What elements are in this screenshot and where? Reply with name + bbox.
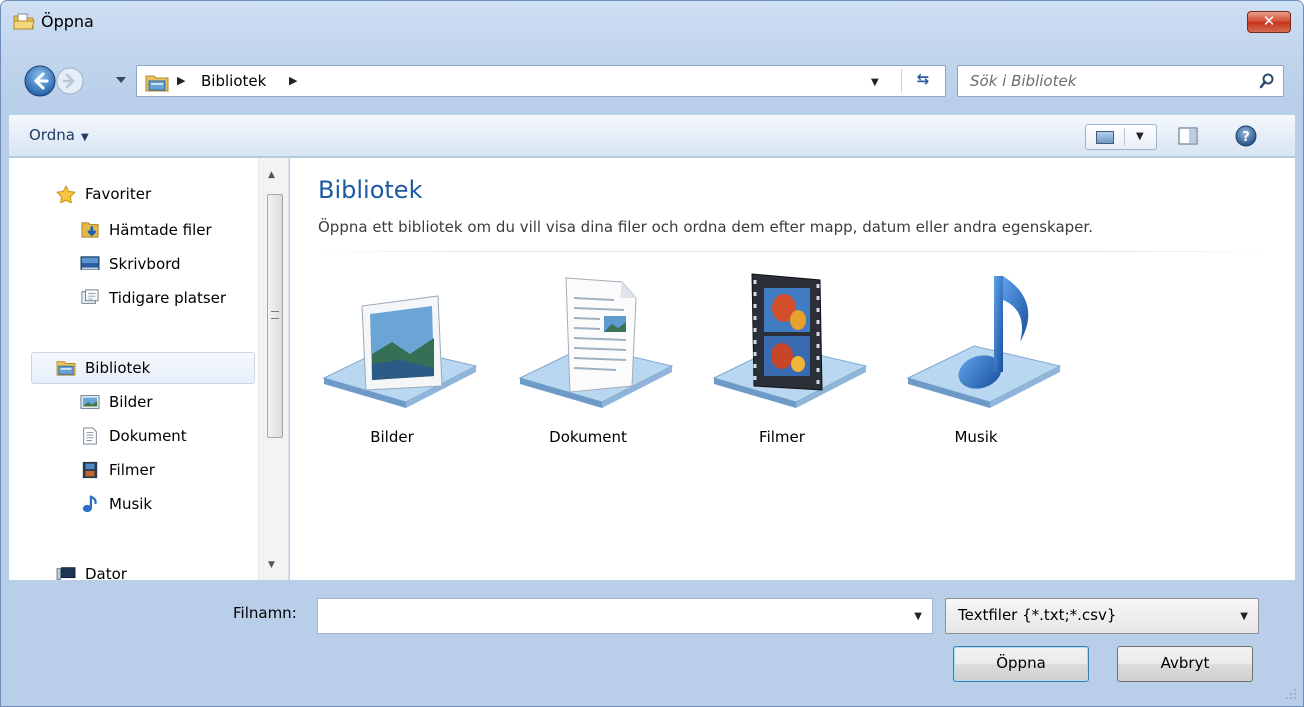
- change-view-button[interactable]: ▼: [1085, 124, 1157, 150]
- nav-favorites-label: Favoriter: [85, 185, 152, 203]
- nav-computer-label: Dator: [85, 565, 127, 580]
- downloads-icon: [81, 222, 99, 238]
- thumb-grip: [271, 311, 279, 319]
- nav-item-label: Skrivbord: [109, 255, 181, 273]
- view-options-dropdown-icon[interactable]: ▼: [1136, 131, 1144, 142]
- computer-icon: [56, 567, 76, 580]
- nav-libraries-label: Bibliotek: [85, 359, 151, 377]
- organize-label: Ordna: [29, 126, 75, 144]
- library-label-videos[interactable]: Filmer: [696, 428, 868, 446]
- library-label-music[interactable]: Musik: [890, 428, 1062, 446]
- forward-arrow-icon[interactable]: [56, 67, 84, 95]
- close-button[interactable]: ✕: [1247, 11, 1291, 33]
- nav-item-label: Dokument: [109, 427, 187, 445]
- nav-scrollbar[interactable]: ▲ ▼: [258, 158, 288, 580]
- window-title: Öppna: [41, 12, 94, 31]
- search-box[interactable]: Sök i Bibliotek: [957, 65, 1284, 97]
- filename-history-dropdown-icon[interactable]: ▼: [914, 611, 922, 622]
- navigation-pane: Favoriter Hämtade filer Skrivbord Tidiga…: [9, 158, 289, 580]
- library-content-pane: Bibliotek Öppna ett bibliotek om du vill…: [290, 158, 1295, 580]
- recent-places-icon: [81, 289, 99, 304]
- preview-pane-icon[interactable]: [1177, 125, 1199, 147]
- svg-text:?: ?: [1242, 130, 1250, 145]
- recent-pages-dropdown-icon[interactable]: [114, 75, 128, 85]
- breadcrumb-expand-icon[interactable]: ▶: [289, 74, 297, 87]
- file-type-dropdown-icon[interactable]: ▼: [1240, 611, 1248, 622]
- filename-combobox[interactable]: ▼: [317, 598, 933, 634]
- music-library-icon: [906, 276, 1062, 408]
- address-divider: [901, 69, 902, 93]
- organize-menu-button[interactable]: Ordna ▼: [29, 126, 89, 144]
- filename-input[interactable]: [320, 601, 900, 631]
- library-label-documents[interactable]: Dokument: [502, 428, 674, 446]
- pictures-library-icon: [322, 295, 478, 408]
- scroll-up-icon[interactable]: ▲: [268, 170, 275, 180]
- documents-library-icon: [518, 277, 674, 408]
- documents-icon: [83, 427, 97, 445]
- view-button-divider: [1124, 128, 1125, 146]
- search-icon[interactable]: [1259, 73, 1275, 89]
- address-bar[interactable]: ▶ Bibliotek ▶ ▼ ⇆: [136, 65, 946, 97]
- scroll-down-icon[interactable]: ▼: [268, 560, 275, 570]
- command-toolbar: Ordna ▼ ▼ ?: [9, 115, 1295, 157]
- content-description: Öppna ett bibliotek om du vill visa dina…: [318, 218, 1093, 236]
- file-type-filter-select[interactable]: Textfiler {*.txt;*.csv} ▼: [945, 598, 1259, 634]
- content-divider: [308, 251, 1278, 252]
- nav-item-label: Bilder: [109, 393, 153, 411]
- desktop-icon: [80, 256, 100, 270]
- breadcrumb-separator-icon[interactable]: ▶: [177, 74, 185, 87]
- file-type-filter-value: Textfiler {*.txt;*.csv}: [958, 606, 1117, 624]
- address-history-dropdown-icon[interactable]: ▼: [871, 77, 879, 88]
- libraries-icon: [56, 361, 76, 376]
- breadcrumb-libraries[interactable]: Bibliotek: [201, 72, 266, 90]
- open-dialog: Öppna ✕ ▶ Bibliotek ▶ ▼ ⇆ Sök i Bibliote…: [0, 0, 1304, 707]
- nav-item-label: Hämtade filer: [109, 221, 212, 239]
- star-icon: [56, 185, 76, 203]
- libraries-icon: [145, 75, 169, 92]
- scroll-thumb[interactable]: [267, 194, 283, 438]
- folder-open-icon: [13, 13, 35, 30]
- back-arrow-icon[interactable]: [24, 65, 56, 97]
- title-bar: Öppna ✕: [1, 1, 1303, 45]
- videos-library-icon: [712, 273, 868, 408]
- nav-item-label: Tidigare platser: [109, 289, 227, 307]
- videos-icon: [82, 461, 98, 479]
- help-icon[interactable]: ?: [1235, 125, 1257, 147]
- content-title: Bibliotek: [318, 176, 423, 204]
- music-icon: [82, 495, 97, 513]
- cancel-button[interactable]: Avbryt: [1117, 646, 1253, 682]
- nav-item-label: Musik: [109, 495, 153, 513]
- organize-caret-icon: ▼: [80, 132, 89, 143]
- view-icon: [1096, 131, 1114, 144]
- open-button[interactable]: Öppna: [953, 646, 1089, 682]
- library-label-pictures[interactable]: Bilder: [306, 428, 478, 446]
- search-placeholder[interactable]: Sök i Bibliotek: [970, 72, 1076, 90]
- filename-label: Filnamn:: [233, 604, 297, 622]
- resize-grip-icon[interactable]: [1285, 688, 1297, 700]
- refresh-icon[interactable]: ⇆: [909, 70, 937, 92]
- pictures-icon: [80, 395, 100, 409]
- nav-item-label: Filmer: [109, 461, 155, 479]
